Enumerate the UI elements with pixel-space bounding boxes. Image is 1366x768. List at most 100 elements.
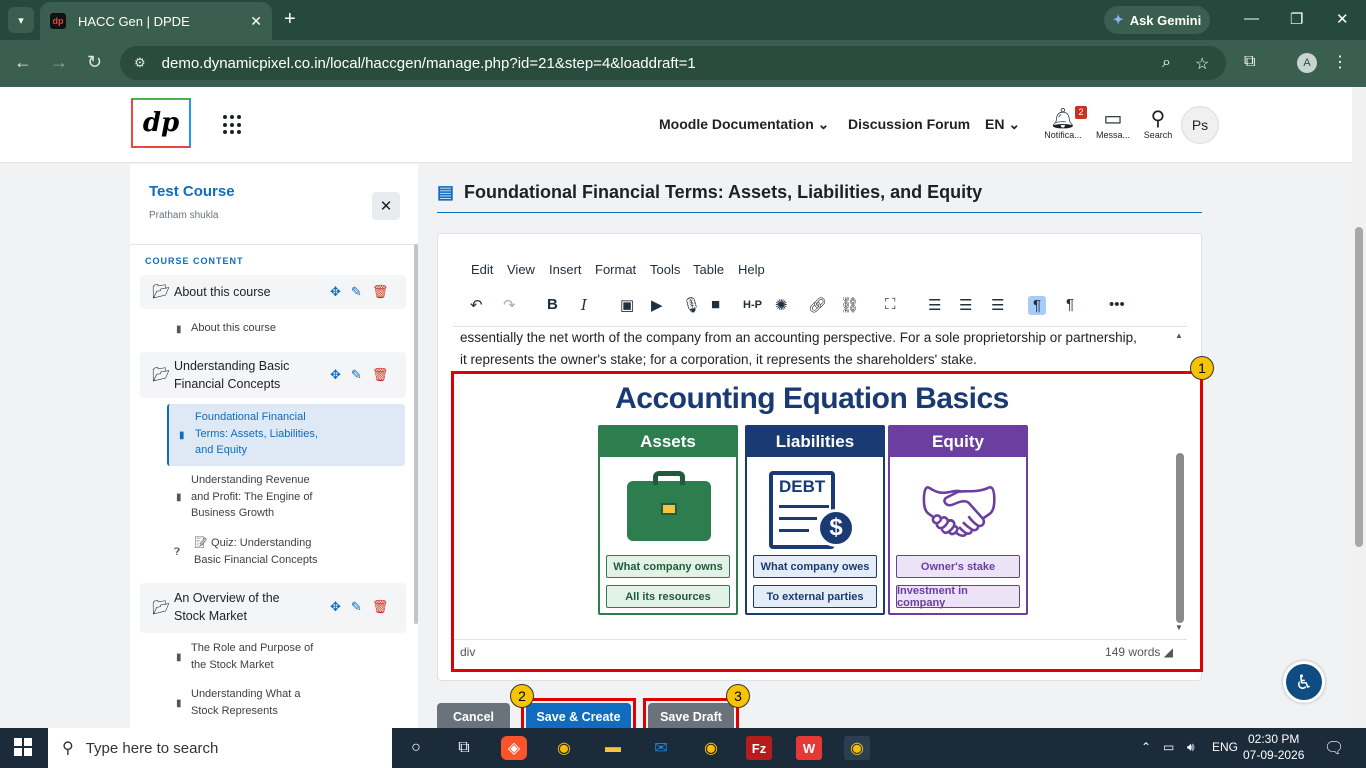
chrome-active-icon[interactable]: ◉ [844, 736, 870, 760]
chat-icon: ▭ [1103, 108, 1123, 130]
search-button[interactable]: ⚲ Search [1140, 108, 1176, 140]
menu-insert[interactable]: Insert [549, 262, 582, 277]
drawer-close-button[interactable]: ✕ [372, 192, 400, 220]
browser-profile-avatar[interactable]: A [1297, 53, 1317, 73]
italic-icon[interactable]: I [581, 296, 587, 314]
edit-icon[interactable]: ✎ [351, 367, 362, 382]
redo-icon[interactable]: ↷ [503, 296, 516, 314]
back-icon[interactable]: ← [14, 52, 32, 73]
image-icon[interactable]: ▣ [620, 296, 634, 314]
align-right-icon[interactable]: ☰ [991, 296, 1004, 314]
wps-office-icon[interactable]: W [796, 736, 822, 760]
taskbar-clock[interactable]: 02:30 PM 07-09-2026 [1243, 731, 1304, 763]
h5p-icon[interactable]: H-P [743, 299, 762, 311]
chrome-icon[interactable]: ◉ [551, 736, 577, 760]
quiz-icon: 📝︎ [194, 537, 212, 549]
nav-discussion-forum[interactable]: Discussion Forum [848, 116, 970, 132]
filezilla-icon[interactable]: Fz [746, 736, 772, 760]
course-title[interactable]: Test Course [149, 183, 235, 200]
site-logo[interactable]: dp [131, 98, 191, 148]
task-view-icon[interactable]: ⧉ [451, 736, 477, 760]
drawer-scrollbar[interactable] [414, 244, 418, 624]
scroll-up-icon[interactable]: ▲ [1175, 331, 1183, 340]
callout-2: 2 [510, 684, 534, 708]
delete-icon[interactable]: 🗑︎ [372, 284, 389, 299]
brave-browser-icon[interactable]: ◈ [501, 736, 527, 760]
section-stock-market-overview[interactable]: 📂︎ An Overview of the Stock Market ✥ ✎ 🗑︎ [140, 583, 406, 633]
menu-format[interactable]: Format [595, 262, 636, 277]
language-menu[interactable]: EN ⌄ [985, 116, 1020, 133]
menu-table[interactable]: Table [693, 262, 724, 277]
link-icon[interactable]: 🔗︎ [808, 296, 827, 314]
move-icon[interactable]: ✥ [330, 599, 341, 614]
zoom-icon[interactable]: ⌕ [1162, 54, 1171, 72]
delete-icon[interactable]: 🗑︎ [372, 599, 389, 614]
quiz-help-icon: ❓︎ [174, 547, 181, 558]
menu-tools[interactable]: Tools [650, 262, 680, 277]
chevron-down-icon: ⌄ [817, 116, 830, 132]
forward-icon[interactable]: → [50, 52, 68, 73]
more-icon[interactable]: ••• [1109, 296, 1125, 313]
move-icon[interactable]: ✥ [330, 284, 341, 299]
course-index-drawer: Test Course Pratham shukla ✕ COURSE CONT… [130, 164, 418, 728]
language-indicator[interactable]: ENG [1212, 740, 1238, 754]
app-grid-icon[interactable] [223, 115, 243, 135]
reload-icon[interactable]: ↻ [87, 52, 102, 73]
file-explorer-icon[interactable]: ▬ [600, 736, 626, 760]
bold-icon[interactable]: B [547, 296, 558, 313]
activity-foundational-financial-terms[interactable]: ▮ Foundational Financial Terms: Assets, L… [167, 404, 405, 466]
network-icon[interactable]: ▭ [1163, 740, 1174, 754]
new-tab-icon[interactable]: + [284, 8, 296, 31]
chrome-profile-icon[interactable]: ◉ [698, 736, 724, 760]
nav-moodle-documentation[interactable]: Moodle Documentation ⌄ [659, 116, 829, 133]
volume-icon[interactable]: 🔊︎ [1187, 740, 1195, 755]
chevron-down-icon: ⌄ [1008, 116, 1021, 132]
menu-edit[interactable]: Edit [471, 262, 493, 277]
restore-icon[interactable]: ❐ [1290, 10, 1303, 28]
ltr-icon[interactable]: ¶ [1028, 296, 1047, 315]
edit-icon[interactable]: ✎ [351, 599, 362, 614]
move-icon[interactable]: ✥ [330, 367, 341, 382]
highlight-box-editor [451, 371, 1203, 672]
extensions-icon[interactable]: ⧉ [1244, 53, 1255, 71]
section-about-this-course[interactable]: 📂︎ About this course ✥ ✎ 🗑︎ [140, 275, 406, 309]
ask-gemini-button[interactable]: ✦ Ask Gemini [1104, 6, 1210, 34]
cancel-button[interactable]: Cancel [437, 703, 510, 731]
menu-view[interactable]: View [507, 262, 535, 277]
media-icon[interactable]: ▶ [651, 296, 663, 314]
edit-icon[interactable]: ✎ [351, 284, 362, 299]
user-avatar[interactable]: Ps [1181, 106, 1219, 144]
browser-tab[interactable]: dp HACC Gen | DPDE ✕ [40, 2, 272, 40]
bookmark-star-icon[interactable]: ☆ [1195, 54, 1209, 74]
browser-menu-icon[interactable]: ⋮ [1332, 52, 1348, 72]
minimize-icon[interactable]: — [1244, 10, 1259, 27]
menu-help[interactable]: Help [738, 262, 765, 277]
video-camera-icon[interactable]: ■ [711, 296, 720, 313]
tab-search-button[interactable]: ▾ [8, 7, 34, 33]
page-scrollbar[interactable] [1352, 87, 1366, 728]
unlink-icon[interactable]: ⛓︎ [840, 296, 859, 314]
section-understanding-basic-financial-concepts[interactable]: 📂︎ Understanding Basic Financial Concept… [140, 352, 406, 398]
notification-center-icon[interactable]: 🗨︎ [1324, 738, 1344, 758]
align-center-icon[interactable]: ☰ [959, 296, 972, 314]
taskbar-search-input[interactable]: ⚲ Type here to search [48, 728, 392, 768]
rtl-icon[interactable]: ¶ [1066, 296, 1074, 313]
tab-close-icon[interactable]: ✕ [250, 13, 262, 30]
tray-overflow-icon[interactable]: ⌃ [1141, 740, 1151, 754]
url-field[interactable]: ⚙ demo.dynamicpixel.co.in/local/haccgen/… [120, 46, 1226, 80]
cortana-icon[interactable]: ○ [403, 736, 429, 760]
section-label: About this course [174, 285, 271, 299]
messages-button[interactable]: ▭ Messa... [1091, 108, 1135, 140]
microphone-icon[interactable]: 🎙︎ [682, 296, 701, 314]
align-left-icon[interactable]: ☰ [928, 296, 941, 314]
undo-icon[interactable]: ↶ [470, 296, 483, 314]
page-title: ▤ Foundational Financial Terms: Assets, L… [437, 182, 983, 202]
accessibility-icon[interactable]: ♿︎ [1283, 661, 1325, 703]
site-info-icon[interactable]: ⚙ [134, 55, 146, 71]
fullscreen-icon[interactable]: ⛶ [885, 296, 896, 313]
window-close-icon[interactable]: ✕ [1336, 10, 1349, 28]
mail-icon[interactable]: ✉ [648, 736, 674, 760]
windows-start-icon[interactable] [14, 738, 32, 756]
ai-brain-icon[interactable]: ✺ [775, 296, 788, 314]
delete-icon[interactable]: 🗑︎ [372, 367, 389, 382]
